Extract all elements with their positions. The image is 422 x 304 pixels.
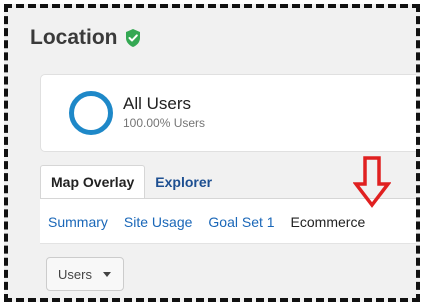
segment-name: All Users [123, 94, 192, 113]
segment-card[interactable]: All Users 100.00% Users [40, 74, 416, 152]
subnav-summary[interactable]: Summary [48, 214, 108, 230]
tab-explorer[interactable]: Explorer [145, 166, 222, 198]
segment-subtitle: 100.00% Users [123, 116, 206, 130]
subnav-site-usage[interactable]: Site Usage [124, 214, 192, 230]
title-row: Location [30, 26, 142, 50]
users-dropdown-label: Users [58, 266, 92, 282]
subnav-ecommerce[interactable]: Ecommerce [291, 214, 366, 230]
tab-map-overlay[interactable]: Map Overlay [40, 165, 146, 198]
explorer-subnav: Summary Site Usage Goal Set 1 Ecommerce [48, 214, 365, 230]
shield-check-icon [125, 29, 140, 47]
users-dropdown-button[interactable]: Users [46, 257, 124, 291]
caret-down-icon [102, 271, 111, 277]
page-title: Location [30, 26, 118, 49]
ring-icon [69, 91, 113, 135]
down-arrow-icon [353, 156, 391, 208]
subnav-goal-set-1[interactable]: Goal Set 1 [208, 214, 274, 230]
tab-bar: Map Overlay Explorer [40, 164, 222, 198]
screenshot-frame: Location All Users 100.00% Users Map Ove… [4, 4, 420, 302]
section-separator [40, 243, 416, 244]
